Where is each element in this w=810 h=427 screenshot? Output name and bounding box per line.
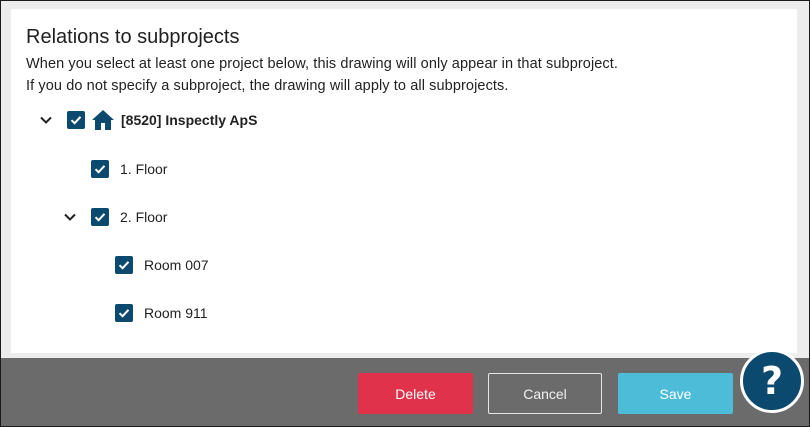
floor-2-label: 2. Floor — [120, 209, 168, 225]
room-007-label: Room 007 — [144, 257, 209, 273]
dialog: Relations to subprojects When you select… — [0, 0, 810, 427]
root-checkbox[interactable] — [67, 111, 85, 129]
save-button[interactable]: Save — [618, 373, 733, 414]
check-icon — [118, 261, 130, 270]
room-911-checkbox[interactable] — [115, 304, 133, 322]
home-icon — [92, 110, 114, 130]
dialog-footer: Delete Cancel Save — [1, 358, 809, 426]
help-button[interactable]: ? — [740, 349, 804, 413]
dialog-body: Relations to subprojects When you select… — [11, 9, 797, 353]
floor-1-label: 1. Floor — [120, 161, 168, 177]
tree-node-room-007: Room 007 — [115, 253, 209, 277]
description-line-2: If you do not specify a subproject, the … — [26, 78, 509, 94]
tree-node-room-911: Room 911 — [115, 301, 208, 325]
chevron-down-icon[interactable] — [39, 113, 53, 127]
check-icon — [118, 309, 130, 318]
room-911-label: Room 911 — [144, 305, 208, 321]
floor-1-checkbox[interactable] — [91, 160, 109, 178]
floor-2-checkbox[interactable] — [91, 208, 109, 226]
question-mark-icon: ? — [760, 359, 784, 403]
root-label: [8520] Inspectly ApS — [121, 112, 258, 128]
room-007-checkbox[interactable] — [115, 256, 133, 274]
delete-button[interactable]: Delete — [358, 373, 473, 414]
cancel-button[interactable]: Cancel — [488, 373, 602, 414]
check-icon — [70, 116, 82, 125]
tree-node-floor-1: 1. Floor — [91, 157, 167, 181]
description-line-1: When you select at least one project bel… — [26, 56, 619, 72]
tree-node-floor-2: 2. Floor — [63, 205, 167, 229]
chevron-down-icon[interactable] — [63, 210, 77, 224]
check-icon — [94, 165, 106, 174]
tree-node-root: [8520] Inspectly ApS — [39, 108, 257, 132]
check-icon — [94, 213, 106, 222]
dialog-title: Relations to subprojects — [26, 26, 240, 48]
